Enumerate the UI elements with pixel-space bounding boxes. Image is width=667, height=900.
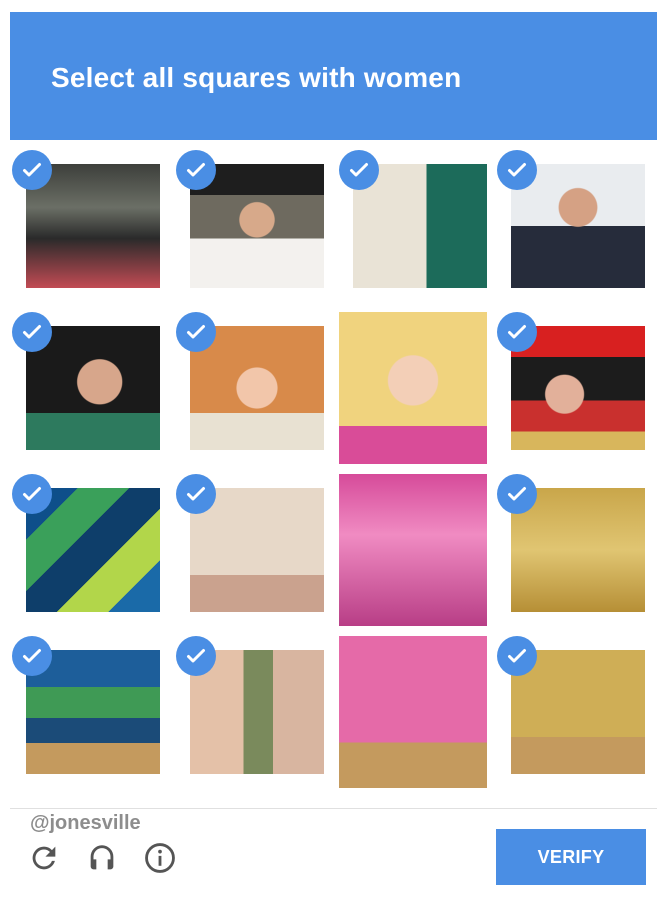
checkmark-icon bbox=[497, 150, 537, 190]
checkmark-icon bbox=[497, 474, 537, 514]
captcha-tile-gold-jumpsuit[interactable] bbox=[497, 474, 645, 626]
captcha-tile-woman-red-hair[interactable] bbox=[176, 312, 324, 464]
captcha-widget: Select all squares with women @jonesvill… bbox=[0, 0, 667, 900]
watermark-text: @jonesville bbox=[30, 812, 141, 834]
info-icon[interactable] bbox=[140, 838, 180, 878]
captcha-tile-woman-striped-top[interactable] bbox=[497, 150, 645, 302]
captcha-header: Select all squares with women bbox=[10, 12, 657, 140]
captcha-controls bbox=[24, 838, 180, 878]
captcha-tile-women-group-left[interactable] bbox=[12, 150, 160, 302]
captcha-tile-legs-and-vase[interactable] bbox=[176, 636, 324, 788]
image-grid bbox=[0, 150, 667, 800]
captcha-tile-woman-dark-hair-smiling[interactable] bbox=[12, 312, 160, 464]
checkmark-icon bbox=[12, 474, 52, 514]
checkmark-icon bbox=[176, 474, 216, 514]
checkmark-icon bbox=[339, 150, 379, 190]
captcha-tile-cream-top-black-bow[interactable] bbox=[176, 474, 324, 626]
tile-image bbox=[339, 474, 487, 626]
tile-image bbox=[339, 636, 487, 788]
tile-image bbox=[339, 312, 487, 464]
captcha-tile-person-blonde-hair[interactable] bbox=[339, 312, 487, 464]
captcha-prompt: Select all squares with women bbox=[51, 62, 462, 93]
checkmark-icon bbox=[176, 636, 216, 676]
captcha-tile-pink-dress-skirt[interactable] bbox=[339, 636, 487, 788]
footer-divider bbox=[10, 808, 657, 809]
captcha-tile-two-women-white-green[interactable] bbox=[339, 150, 487, 302]
captcha-tile-green-blue-dress-legs[interactable] bbox=[12, 636, 160, 788]
verify-button[interactable]: VERIFY bbox=[496, 829, 646, 885]
captcha-tile-gold-legs[interactable] bbox=[497, 636, 645, 788]
captcha-tile-green-blue-dress-lap[interactable] bbox=[12, 474, 160, 626]
checkmark-icon bbox=[176, 150, 216, 190]
checkmark-icon bbox=[12, 312, 52, 352]
checkmark-icon bbox=[12, 636, 52, 676]
checkmark-icon bbox=[497, 636, 537, 676]
checkmark-icon bbox=[176, 312, 216, 352]
captcha-tile-woman-black-hat[interactable] bbox=[176, 150, 324, 302]
checkmark-icon bbox=[497, 312, 537, 352]
captcha-tile-woman-red-hat-scarf[interactable] bbox=[497, 312, 645, 464]
headphones-icon[interactable] bbox=[82, 838, 122, 878]
checkmark-icon bbox=[12, 150, 52, 190]
reload-icon[interactable] bbox=[24, 838, 64, 878]
captcha-tile-pink-dress-torso[interactable] bbox=[339, 474, 487, 626]
